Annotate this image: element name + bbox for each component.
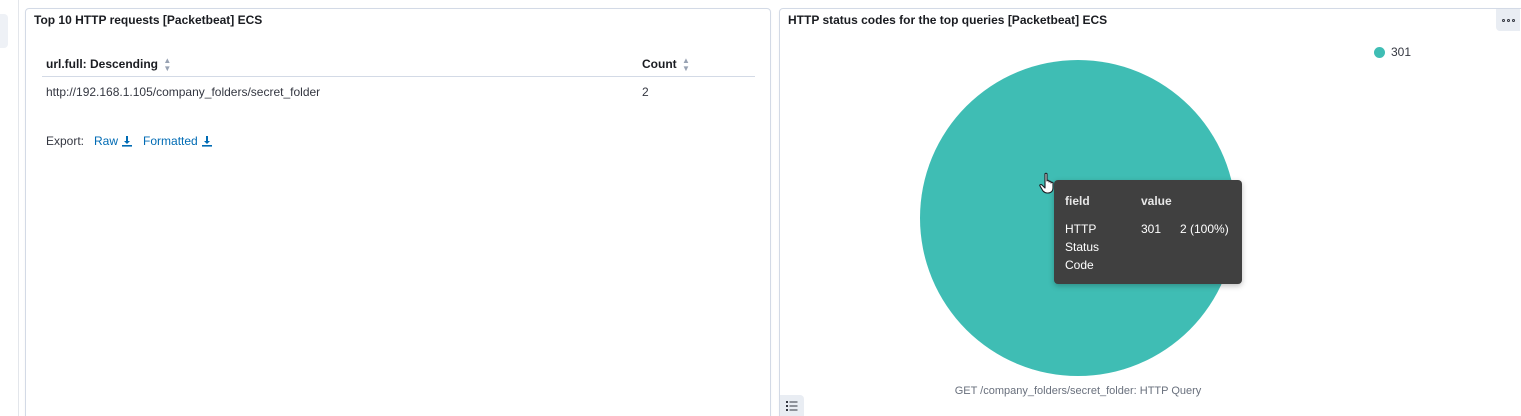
cell-count: 2 — [642, 84, 649, 99]
tooltip-count: 2 (100%) — [1180, 222, 1229, 236]
export-raw-link[interactable]: Raw — [94, 134, 133, 148]
panel-title: Top 10 HTTP requests [Packetbeat] ECS — [34, 13, 263, 27]
chart-legend: 301 — [1374, 45, 1411, 59]
tooltip-field-line: HTTP — [1065, 222, 1097, 236]
tooltip-value: 301 — [1141, 222, 1162, 236]
download-icon — [121, 135, 133, 147]
export-formatted-link[interactable]: Formatted — [143, 134, 213, 148]
pie-caption: GET /company_folders/secret_folder: HTTP… — [954, 385, 1202, 397]
tooltip-field-line: Status — [1065, 240, 1100, 254]
column-header-label: url.full: Descending — [46, 56, 159, 71]
top-http-requests-panel: Top 10 HTTP requests [Packetbeat] ECS ur… — [25, 8, 771, 416]
http-status-codes-panel: HTTP status codes for the top queries [P… — [779, 8, 1521, 416]
sort-icon[interactable]: ▲ ▼ — [682, 56, 690, 73]
tooltip-field-name: HTTP Status Code — [1065, 220, 1099, 274]
tooltip-header-value: value — [1141, 194, 1172, 208]
legend-swatch[interactable] — [1374, 46, 1385, 58]
nav-tab[interactable] — [0, 14, 8, 48]
table-row: http://192.168.1.105/company_folders/sec… — [42, 77, 755, 106]
column-header-url[interactable]: url.full: Descending ▲ ▼ — [42, 56, 642, 73]
export-formatted-label: Formatted — [143, 134, 198, 148]
hand-cursor-icon — [1039, 172, 1057, 199]
list-icon — [786, 401, 798, 411]
cell-url: http://192.168.1.105/company_folders/sec… — [46, 84, 321, 99]
export-raw-label: Raw — [94, 134, 119, 148]
export-label: Export: — [46, 134, 85, 148]
tooltip-field-line: Code — [1065, 258, 1094, 272]
chart-tooltip: field value HTTP Status Code 301 2 (100%… — [1054, 180, 1242, 284]
tooltip-header-field: field — [1065, 194, 1090, 208]
download-icon — [201, 135, 213, 147]
dashboard: Top 10 HTTP requests [Packetbeat] ECS ur… — [0, 0, 1521, 416]
column-header-label: Count — [642, 56, 677, 71]
legend-label[interactable]: 301 — [1391, 45, 1411, 59]
requests-table: url.full: Descending ▲ ▼ Count ▲ ▼ http://… — [42, 53, 755, 106]
table-header: url.full: Descending ▲ ▼ Count ▲ ▼ — [42, 53, 755, 77]
sort-icon[interactable]: ▲ ▼ — [163, 56, 171, 73]
column-header-count[interactable]: Count ▲ ▼ — [642, 56, 755, 73]
export-bar: Export: Raw Formatted — [46, 134, 213, 148]
left-nav-strip — [0, 0, 19, 416]
legend-toggle-button[interactable] — [780, 395, 804, 416]
